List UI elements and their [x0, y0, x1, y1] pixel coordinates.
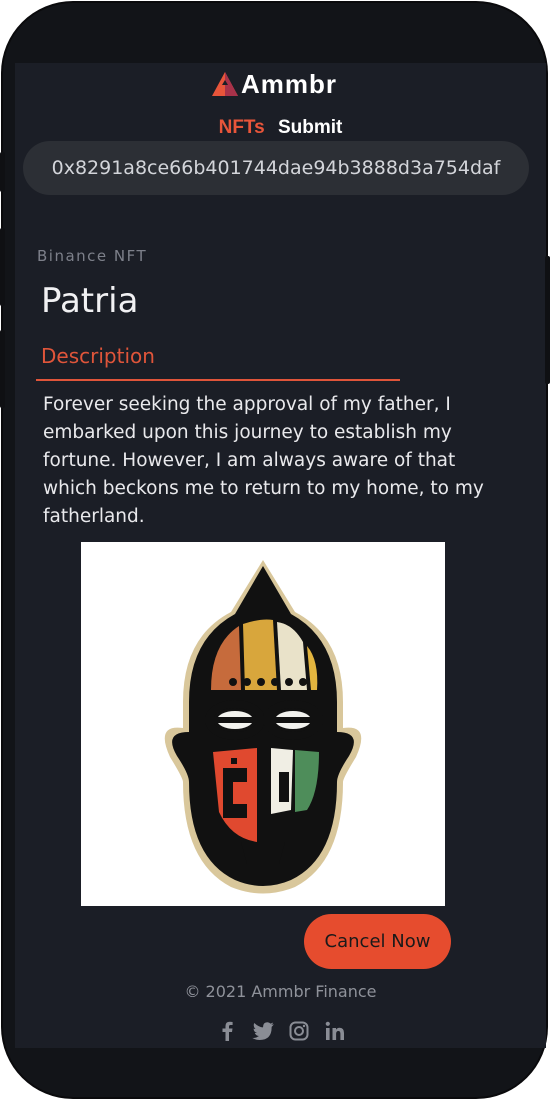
top-nav: NFTs Submit — [15, 117, 546, 139]
brand-logo[interactable]: Ammbr — [211, 66, 337, 102]
wallet-address-pill[interactable]: 0x8291a8ce66b401744dae94b3888d3a754daf — [23, 141, 529, 195]
side-button-right — [545, 256, 550, 384]
cancel-now-button[interactable]: Cancel Now — [304, 914, 451, 969]
ammbr-logo-icon — [212, 72, 238, 96]
footer-copyright: © 2021 Ammbr Finance — [184, 982, 377, 1001]
app-screen: Ammbr NFTs Submit 0x8291a8ce66b401744dae… — [15, 63, 546, 1048]
tab-description[interactable]: Description — [41, 344, 155, 368]
nft-description: Forever seeking the approval of my fathe… — [43, 394, 484, 527]
social-links — [15, 1020, 546, 1042]
facebook-icon[interactable] — [216, 1020, 238, 1042]
side-button-left-3 — [0, 330, 5, 408]
phone-frame: Ammbr NFTs Submit 0x8291a8ce66b401744dae… — [3, 3, 546, 1097]
side-button-left-2 — [0, 228, 5, 306]
linkedin-icon[interactable] — [324, 1020, 346, 1042]
african-mask-image — [164, 560, 362, 894]
twitter-icon[interactable] — [251, 1020, 274, 1042]
tab-active-underline — [36, 379, 400, 381]
nav-item-nfts[interactable]: NFTs — [219, 117, 265, 138]
nft-artwork — [81, 542, 445, 906]
brand-name: Ammbr — [241, 68, 338, 99]
nav-item-submit[interactable]: Submit — [278, 117, 342, 138]
instagram-icon[interactable] — [288, 1020, 310, 1042]
nft-network-label: Binance NFT — [37, 247, 148, 265]
side-button-left-1 — [0, 152, 5, 192]
nft-title: Patria — [41, 281, 139, 321]
